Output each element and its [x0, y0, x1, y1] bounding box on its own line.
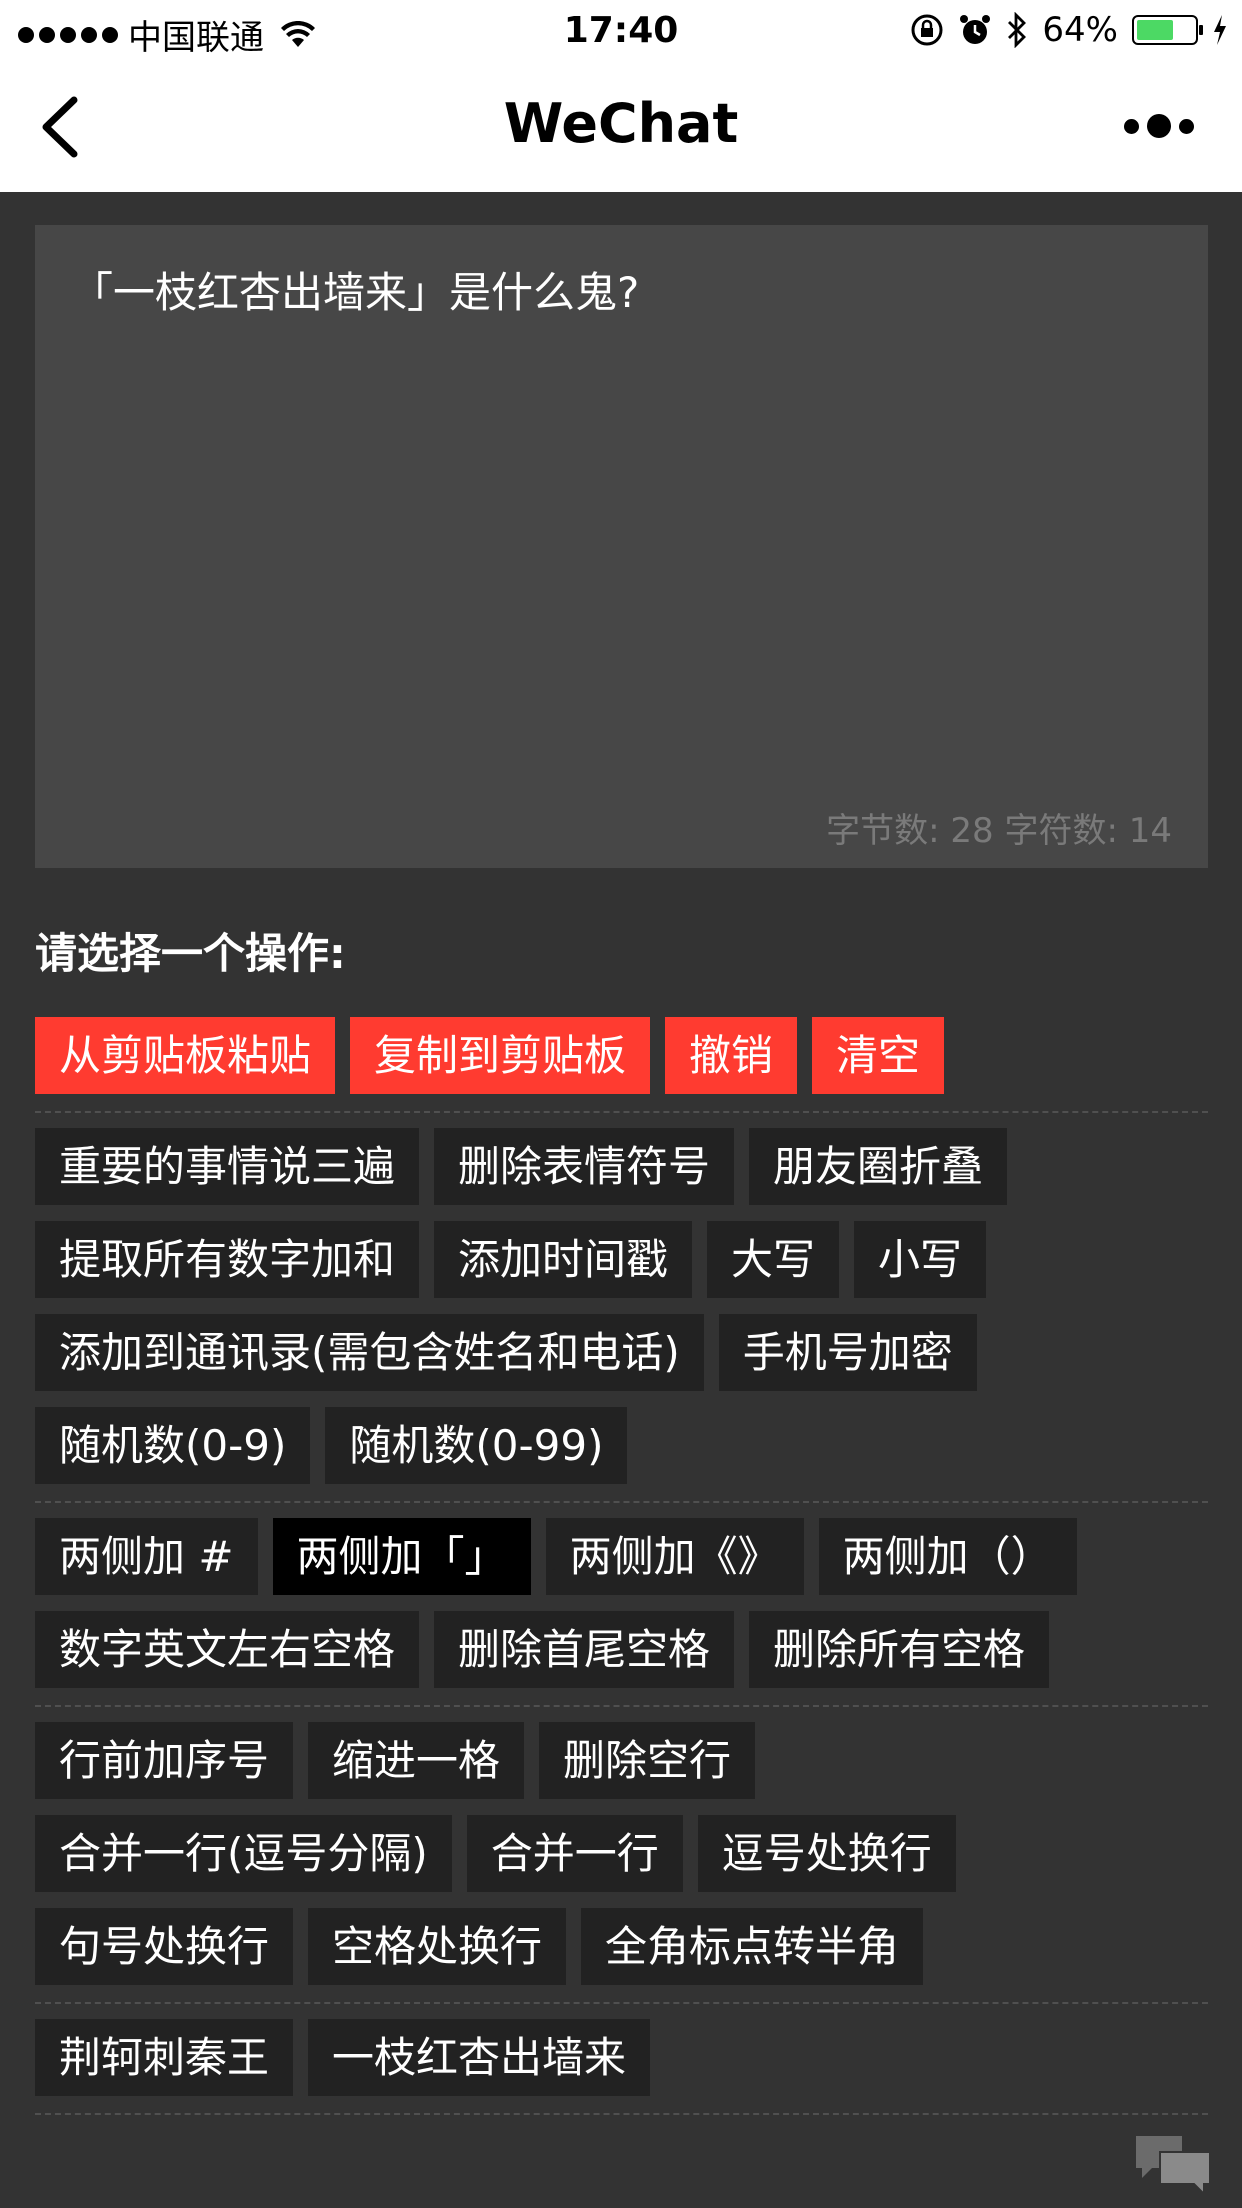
- clipboard-actions: 从剪贴板粘贴 复制到剪贴板 撤销 清空: [35, 1017, 945, 1094]
- wrap-hash-button[interactable]: 两侧加 #: [35, 1518, 258, 1595]
- random-0-9-button[interactable]: 随机数(0-9): [35, 1407, 311, 1484]
- battery-fill: [1137, 20, 1173, 40]
- more-dots-icon[interactable]: [1124, 114, 1194, 138]
- join-lines-button[interactable]: 合并一行: [466, 1815, 683, 1892]
- nav-bar: WeChat: [0, 62, 1242, 192]
- line-row-3: 句号处换行 空格处换行 全角标点转半角: [35, 1908, 924, 1985]
- remove-empty-lines-button[interactable]: 删除空行: [539, 1722, 756, 1799]
- add-to-contacts-button[interactable]: 添加到通讯录(需包含姓名和电话): [35, 1314, 704, 1391]
- break-at-comma-button[interactable]: 逗号处换行: [697, 1815, 956, 1892]
- tools-row-4: 随机数(0-9) 随机数(0-99): [35, 1407, 628, 1484]
- sample-jingke-button[interactable]: 荆轲刺秦王: [35, 2019, 294, 2096]
- divider: [35, 1501, 1208, 1503]
- sample-row: 荆轲刺秦王 一枝红杏出墙来: [35, 2019, 651, 2096]
- break-at-space-button[interactable]: 空格处换行: [308, 1908, 567, 1985]
- encrypt-phone-button[interactable]: 手机号加密: [718, 1314, 977, 1391]
- space-around-alnum-button[interactable]: 数字英文左右空格: [35, 1611, 420, 1688]
- moments-fold-button[interactable]: 朋友圈折叠: [749, 1128, 1008, 1205]
- editor-text[interactable]: 「一枝红杏出墙来」是什么鬼?: [71, 263, 1172, 323]
- remove-emoji-button[interactable]: 删除表情符号: [434, 1128, 735, 1205]
- wrap-corner-brackets-button[interactable]: 两侧加「」: [272, 1518, 531, 1595]
- undo-button[interactable]: 撤销: [665, 1017, 798, 1094]
- sample-hongxing-button[interactable]: 一枝红杏出墙来: [308, 2019, 651, 2096]
- random-0-99-button[interactable]: 随机数(0-99): [325, 1407, 628, 1484]
- add-line-numbers-button[interactable]: 行前加序号: [35, 1722, 294, 1799]
- clear-button[interactable]: 清空: [812, 1017, 945, 1094]
- uppercase-button[interactable]: 大写: [707, 1221, 840, 1298]
- operation-prompt: 请选择一个操作:: [35, 929, 346, 978]
- sum-numbers-button[interactable]: 提取所有数字加和: [35, 1221, 420, 1298]
- tools-row-2: 提取所有数字加和 添加时间戳 大写 小写: [35, 1221, 987, 1298]
- orientation-lock-icon: [911, 14, 943, 46]
- battery-icon: [1132, 15, 1203, 45]
- trim-spaces-button[interactable]: 删除首尾空格: [434, 1611, 735, 1688]
- divider: [35, 1705, 1208, 1707]
- say-three-times-button[interactable]: 重要的事情说三遍: [35, 1128, 420, 1205]
- divider: [35, 2113, 1208, 2115]
- status-bar: 中国联通 17:40 64%: [0, 0, 1242, 62]
- battery-percent: 64%: [1042, 10, 1118, 50]
- wrap-row: 两侧加 # 两侧加「」 两侧加《》 两侧加（）: [35, 1518, 1077, 1595]
- join-lines-comma-button[interactable]: 合并一行(逗号分隔): [35, 1815, 452, 1892]
- chat-bubbles-icon[interactable]: [1134, 2132, 1212, 2196]
- space-row: 数字英文左右空格 删除首尾空格 删除所有空格: [35, 1611, 1050, 1688]
- wrap-angle-quotes-button[interactable]: 两侧加《》: [545, 1518, 804, 1595]
- status-right: 64%: [910, 10, 1228, 50]
- add-timestamp-button[interactable]: 添加时间戳: [434, 1221, 693, 1298]
- text-editor[interactable]: 「一枝红杏出墙来」是什么鬼? 字节数: 28 字符数: 14: [35, 225, 1208, 868]
- line-row-2: 合并一行(逗号分隔) 合并一行 逗号处换行: [35, 1815, 956, 1892]
- tools-row-1: 重要的事情说三遍 删除表情符号 朋友圈折叠: [35, 1128, 1008, 1205]
- break-at-period-button[interactable]: 句号处换行: [35, 1908, 294, 1985]
- character-counter: 字节数: 28 字符数: 14: [826, 811, 1172, 851]
- bluetooth-icon: [1008, 12, 1027, 48]
- line-row-1: 行前加序号 缩进一格 删除空行: [35, 1722, 756, 1799]
- tools-row-3: 添加到通讯录(需包含姓名和电话) 手机号加密: [35, 1314, 977, 1391]
- wrap-parentheses-button[interactable]: 两侧加（）: [818, 1518, 1077, 1595]
- charging-icon: [1214, 15, 1226, 45]
- divider: [35, 1111, 1208, 1113]
- indent-button[interactable]: 缩进一格: [308, 1722, 525, 1799]
- divider: [35, 2002, 1208, 2004]
- fullwidth-to-halfwidth-button[interactable]: 全角标点转半角: [581, 1908, 924, 1985]
- page-title: WeChat: [503, 92, 739, 155]
- remove-all-spaces-button[interactable]: 删除所有空格: [749, 1611, 1050, 1688]
- paste-from-clipboard-button[interactable]: 从剪贴板粘贴: [35, 1017, 336, 1094]
- copy-to-clipboard-button[interactable]: 复制到剪贴板: [350, 1017, 651, 1094]
- lowercase-button[interactable]: 小写: [854, 1221, 987, 1298]
- alarm-icon: [960, 15, 991, 44]
